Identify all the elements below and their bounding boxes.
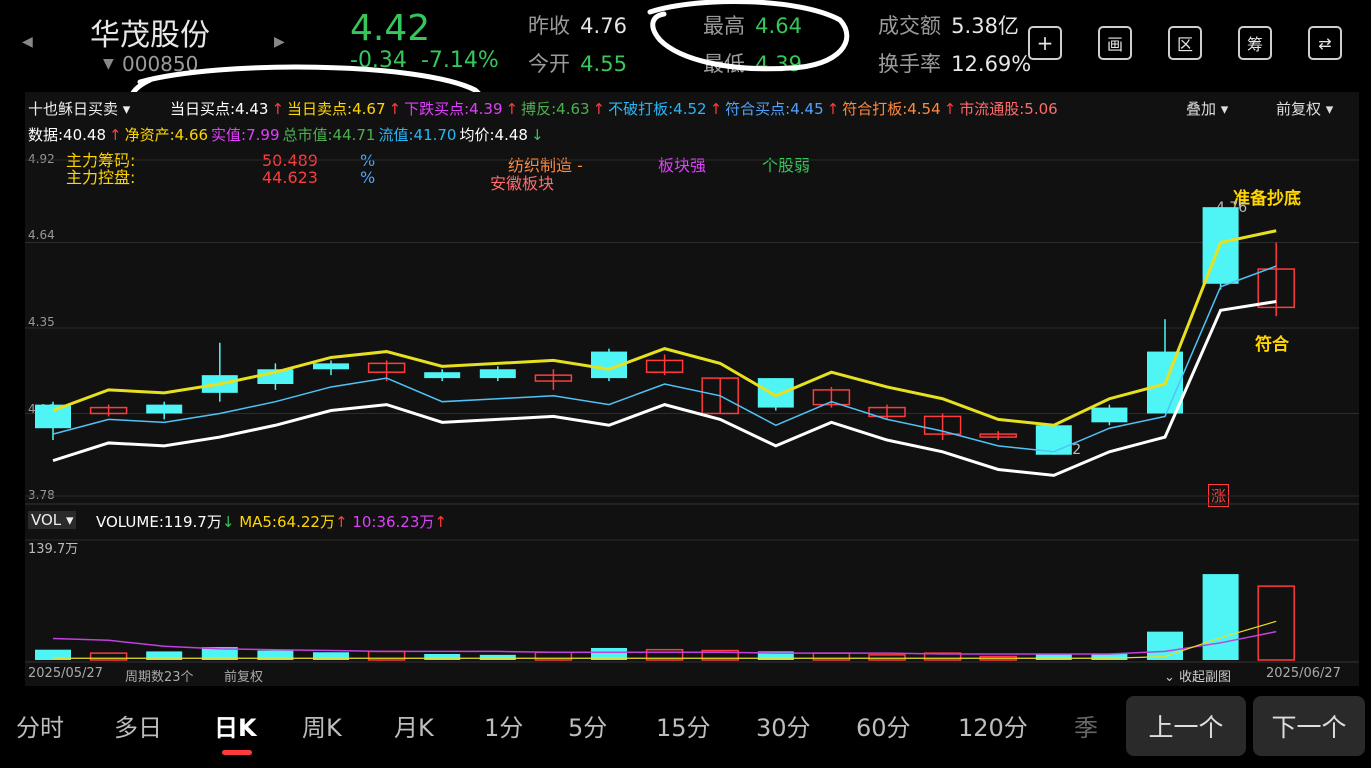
tab-分时[interactable]: 分时 (16, 708, 64, 743)
volume-bar-down (1035, 653, 1072, 660)
candle-body-down (479, 369, 516, 379)
volume-bar-down (424, 653, 461, 660)
active-tab-indicator (222, 750, 252, 755)
tab-15分[interactable]: 15分 (656, 708, 711, 743)
tab-月K[interactable]: 月K (394, 708, 434, 743)
volume-bar-down (1202, 574, 1239, 660)
next-button[interactable]: 下一个 (1253, 696, 1365, 756)
volume-bar-up (1257, 585, 1295, 661)
volume-bar-up (89, 652, 128, 661)
tab-1分[interactable]: 1分 (484, 708, 523, 743)
volume-bar-down (479, 654, 516, 660)
candle-body-down (1091, 407, 1128, 423)
candle-body-down (757, 378, 794, 408)
volume-bar-down (1147, 631, 1183, 660)
vol-selector[interactable]: VOL ▾ (28, 511, 77, 529)
footer-adjust: 前复权 (224, 670, 264, 685)
tab-多日[interactable]: 多日 (114, 708, 162, 743)
volume-max-label: 139.7万 (28, 542, 79, 557)
tab-60分[interactable]: 60分 (856, 708, 911, 743)
tab-120分[interactable]: 120分 (958, 708, 1028, 743)
candle-body-down (146, 404, 183, 414)
volume-bar-up (868, 654, 906, 661)
volume-readout: VOLUME:119.7万↓ MA5:64.22万↑ 10:36.23万↑ (96, 513, 447, 531)
tab-季[interactable]: 季 (1074, 708, 1098, 743)
candle-body-down (35, 404, 71, 429)
tab-30分[interactable]: 30分 (756, 708, 811, 743)
candlestick-chart[interactable] (0, 0, 1371, 690)
tab-周K[interactable]: 周K (302, 708, 342, 743)
start-date: 2025/05/27 (28, 666, 103, 681)
collapse-subchart-button[interactable]: ⌄ 收起副图 (1164, 666, 1231, 685)
volume-bar-up (812, 652, 851, 661)
volume-bar-down (1091, 653, 1128, 660)
end-date: 2025/06/27 (1266, 666, 1341, 681)
tab-日K[interactable]: 日K (214, 708, 257, 743)
tab-5分[interactable]: 5分 (568, 708, 607, 743)
candle-body-down (313, 363, 349, 370)
candle-body-down (424, 372, 461, 379)
period-count: 周期数23个 (125, 670, 194, 685)
prev-button[interactable]: 上一个 (1126, 696, 1246, 756)
